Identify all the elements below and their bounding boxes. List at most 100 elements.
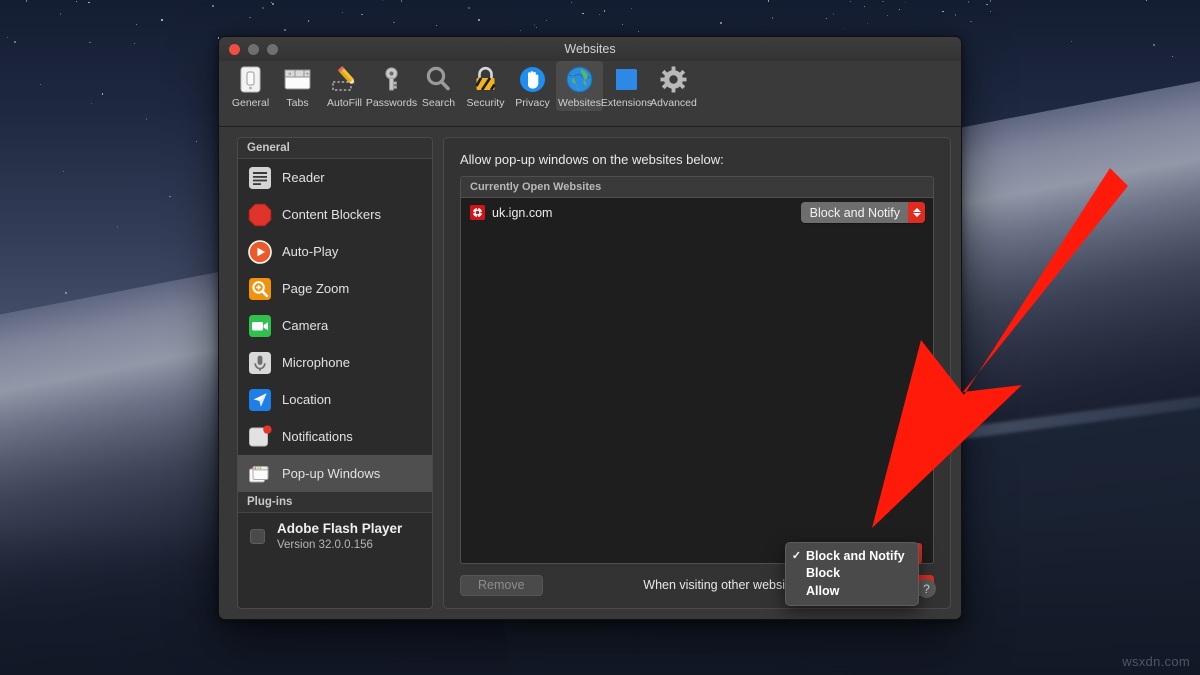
star xyxy=(844,28,845,29)
star xyxy=(382,0,383,1)
star xyxy=(582,13,583,14)
sidebar-item-pop-up-windows[interactable]: Pop-up Windows xyxy=(238,455,432,492)
toolbar-tab-label: Tabs xyxy=(286,97,308,109)
star xyxy=(882,1,883,2)
search-icon xyxy=(423,64,454,95)
star xyxy=(393,22,394,23)
star xyxy=(899,9,900,10)
camera-icon xyxy=(248,314,272,338)
star xyxy=(905,2,906,3)
toolbar-tab-label: Security xyxy=(467,97,505,109)
star xyxy=(272,3,274,5)
toolbar-tab-advanced[interactable]: Advanced xyxy=(650,61,697,111)
page-zoom-icon xyxy=(248,277,272,301)
star xyxy=(536,27,537,28)
star xyxy=(7,37,8,38)
menu-item-block[interactable]: Block xyxy=(786,565,918,583)
help-button[interactable]: ? xyxy=(917,579,936,598)
star xyxy=(833,13,834,14)
other-websites-dropdown-menu[interactable]: ✓Block and NotifyBlockAllow xyxy=(785,542,919,606)
star xyxy=(1146,0,1147,1)
star xyxy=(91,103,92,104)
star xyxy=(26,0,27,1)
star xyxy=(768,0,769,1)
star xyxy=(534,24,535,25)
star xyxy=(361,14,362,15)
websites-icon xyxy=(564,64,595,95)
menu-item-block-and-notify[interactable]: ✓Block and Notify xyxy=(786,547,918,565)
tabs-icon: ×+ xyxy=(282,64,313,95)
site-setting-popup-button[interactable]: Block and Notify xyxy=(801,202,925,223)
star xyxy=(161,19,162,20)
sidebar-item-content-blockers[interactable]: Content Blockers xyxy=(238,196,432,233)
menu-item-allow[interactable]: Allow xyxy=(786,582,918,600)
sidebar-item-list: Reader Content Blockers Auto-PlayPage Zoom… xyxy=(238,159,432,492)
sidebar-item-label: Content Blockers xyxy=(282,207,381,222)
toolbar-tab-privacy[interactable]: Privacy xyxy=(509,61,556,111)
stepper-arrows-icon xyxy=(908,202,925,223)
star xyxy=(308,20,309,21)
sidebar-item-label: Camera xyxy=(282,318,328,333)
sidebar-item-auto-play[interactable]: Auto-Play xyxy=(238,233,432,270)
toolbar-tab-tabs[interactable]: ×+ Tabs xyxy=(274,61,321,111)
autofill-icon xyxy=(329,64,360,95)
svg-text:+: + xyxy=(306,72,310,78)
popup-windows-icon xyxy=(248,462,272,486)
star xyxy=(102,93,103,94)
star xyxy=(117,226,118,227)
menu-item-label: Block and Notify xyxy=(803,549,905,563)
star xyxy=(826,18,827,19)
star xyxy=(468,7,470,9)
star xyxy=(40,84,41,85)
location-icon xyxy=(248,388,272,412)
close-button[interactable] xyxy=(229,44,240,55)
sidebar-item-microphone[interactable]: Microphone xyxy=(238,344,432,381)
toolbar-tab-label: Websites xyxy=(558,97,601,109)
toolbar-tab-autofill[interactable]: AutoFill xyxy=(321,61,368,111)
microphone-icon xyxy=(248,351,272,375)
toolbar-tab-security[interactable]: Security xyxy=(462,61,509,111)
toolbar-tab-general[interactable]: General xyxy=(227,61,274,111)
sidebar-group-header-general: General xyxy=(238,138,432,159)
list-section-header: Currently Open Websites xyxy=(461,177,933,198)
star xyxy=(146,118,147,119)
toolbar-tab-search[interactable]: Search xyxy=(415,61,462,111)
flash-player-checkbox[interactable] xyxy=(250,529,265,544)
star xyxy=(249,17,250,18)
sidebar-item-notifications[interactable]: Notifications xyxy=(238,418,432,455)
star xyxy=(720,22,722,24)
sidebar-item-page-zoom[interactable]: Page Zoom xyxy=(238,270,432,307)
sidebar-item-location[interactable]: Location xyxy=(238,381,432,418)
remove-button[interactable]: Remove xyxy=(460,575,543,596)
star xyxy=(401,0,402,1)
star xyxy=(262,7,264,9)
maximize-button[interactable] xyxy=(267,44,278,55)
sidebar-item-label: Location xyxy=(282,392,331,407)
sidebar-item-adobe-flash-player[interactable]: Adobe Flash Player Version 32.0.0.156 xyxy=(238,513,432,561)
minimize-button[interactable] xyxy=(248,44,259,55)
star xyxy=(63,171,64,172)
websites-list[interactable]: Currently Open Websites xyxy=(460,176,934,564)
auto-play-icon xyxy=(248,240,272,264)
star xyxy=(520,30,521,31)
table-row[interactable]: uk.ign.com Block and Notify xyxy=(461,198,933,227)
toolbar-tab-websites[interactable]: Websites xyxy=(556,61,603,111)
toolbar-tab-extensions[interactable]: Extensions xyxy=(603,61,650,111)
plugin-version: Version 32.0.0.156 xyxy=(277,538,402,553)
star xyxy=(1071,41,1072,42)
safari-preferences-window: Websites General×+TabsAutoFillPasswordsS… xyxy=(218,36,962,620)
star xyxy=(14,41,16,43)
sidebar-item-label: Reader xyxy=(282,170,325,185)
sidebar-item-reader[interactable]: Reader xyxy=(238,159,432,196)
extensions-icon xyxy=(611,64,642,95)
toolbar-tab-passwords[interactable]: Passwords xyxy=(368,61,415,111)
star xyxy=(1153,44,1155,46)
sidebar-group-header-plugins: Plug-ins xyxy=(238,492,432,513)
window-titlebar[interactable]: Websites xyxy=(219,37,961,61)
advanced-icon xyxy=(658,64,689,95)
star xyxy=(772,17,773,18)
sidebar-item-label: Pop-up Windows xyxy=(282,466,380,481)
general-icon xyxy=(235,64,266,95)
desktop-background: wsxdn.com Websites General×+TabsAutoFill… xyxy=(0,0,1200,675)
sidebar-item-camera[interactable]: Camera xyxy=(238,307,432,344)
